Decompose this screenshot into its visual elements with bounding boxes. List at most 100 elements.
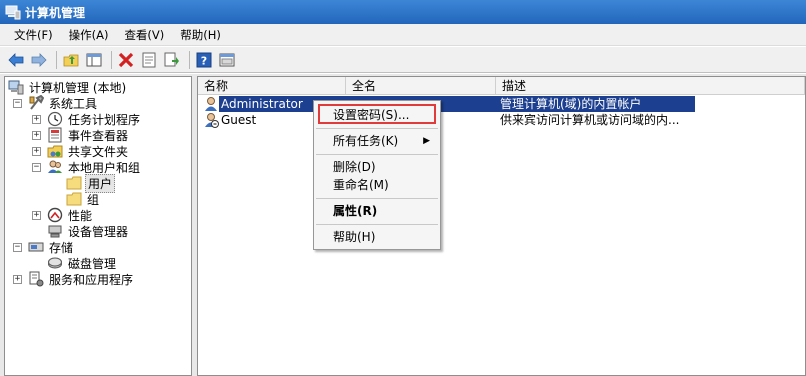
tree-item-groups[interactable]: 组 xyxy=(66,191,101,207)
menu-bar: 文件(F) 操作(A) 查看(V) 帮助(H) xyxy=(0,24,806,46)
computer-management-icon xyxy=(5,5,21,20)
tree-item-label: 计算机管理 (本地) xyxy=(29,80,127,95)
set-password-menu-item[interactable]: 设置密码(S)... xyxy=(316,105,438,125)
tree-item-device-manager[interactable]: 设备管理器 xyxy=(47,223,130,239)
menu-separator xyxy=(316,224,438,225)
properties-icon xyxy=(142,52,156,67)
tree-item-label: 设备管理器 xyxy=(68,224,129,239)
tree-item-performance[interactable]: 性能 xyxy=(47,207,94,223)
tools-icon xyxy=(29,95,44,110)
submenu-arrow-icon: ▶ xyxy=(423,136,430,146)
folder-icon xyxy=(66,192,82,206)
user-name-cell: Administrator xyxy=(219,96,314,112)
event-icon xyxy=(48,127,62,143)
properties-button[interactable] xyxy=(139,50,159,70)
tree-item-label: 存储 xyxy=(49,240,74,255)
help-menu-item[interactable]: 帮助(H) xyxy=(316,227,438,247)
expand-toggle[interactable]: + xyxy=(32,211,41,220)
tree-item-label: 服务和应用程序 xyxy=(49,272,134,287)
device-icon xyxy=(48,225,62,238)
tree-item-system-tools[interactable]: 系统工具 xyxy=(28,95,99,111)
result-list: 名称 全名 描述 Administrator 管理计算机(域)的内置帐户 Gue… xyxy=(197,76,806,376)
user-description-cell: 供来宾访问计算机或访问域的内... xyxy=(500,113,680,127)
tree-item-label: 磁盘管理 xyxy=(68,256,117,271)
tree-item-label: 共享文件夹 xyxy=(68,144,129,159)
properties-menu-item[interactable]: 属性(R) xyxy=(316,201,438,221)
menu-separator xyxy=(316,128,438,129)
back-icon xyxy=(8,52,24,67)
tree-item-label: 事件查看器 xyxy=(68,128,129,143)
tree-item-users[interactable]: 用户 xyxy=(66,173,116,193)
view-icon xyxy=(219,53,235,66)
toolbar-separator xyxy=(111,50,112,69)
tree-item-label: 系统工具 xyxy=(49,96,98,111)
computer-icon xyxy=(8,80,24,95)
svg-text:?: ? xyxy=(201,54,207,67)
disabled-user-icon xyxy=(205,113,219,128)
clock-icon xyxy=(47,111,63,127)
help-icon: ? xyxy=(196,52,212,67)
rename-menu-item[interactable]: 重命名(M) xyxy=(316,175,438,195)
tree-item-disk-management[interactable]: 磁盘管理 xyxy=(47,255,118,271)
toolbar-separator xyxy=(189,50,190,69)
delete-icon xyxy=(118,52,134,67)
tree-item-storage[interactable]: 存储 xyxy=(28,239,75,255)
toolbar: ? xyxy=(0,47,806,73)
menu-action[interactable]: 操作(A) xyxy=(61,24,117,46)
expand-toggle[interactable]: + xyxy=(32,131,41,140)
console-tree: 计算机管理 (本地) − 系统工具 + 任务计划程序 + 事件查看器 + 共享文… xyxy=(4,76,192,376)
export-button[interactable] xyxy=(162,50,182,70)
show-hide-tree-button[interactable] xyxy=(84,50,104,70)
toolbar-separator xyxy=(56,50,57,69)
column-header-description[interactable]: 描述 xyxy=(496,77,805,95)
tree-item-event-viewer[interactable]: 事件查看器 xyxy=(47,127,130,143)
tree-item-task-scheduler[interactable]: 任务计划程序 xyxy=(47,111,142,127)
all-tasks-label: 所有任务(K) xyxy=(333,134,399,148)
expand-toggle[interactable]: + xyxy=(32,115,41,124)
menu-view[interactable]: 查看(V) xyxy=(116,24,172,46)
share-icon xyxy=(47,145,63,158)
users-icon xyxy=(48,160,62,173)
menu-separator xyxy=(316,154,438,155)
help-button[interactable]: ? xyxy=(194,50,214,70)
tree-item-label: 组 xyxy=(87,192,100,207)
storage-icon xyxy=(28,242,44,252)
services-icon xyxy=(29,271,44,287)
up-folder-icon xyxy=(63,54,79,66)
show-hide-tree-icon xyxy=(86,53,102,66)
tree-item-label: 性能 xyxy=(68,208,93,223)
window-title: 计算机管理 xyxy=(25,5,86,20)
context-menu: 设置密码(S)... 所有任务(K) ▶ 删除(D) 重命名(M) 属性(R) … xyxy=(313,100,441,250)
view-button[interactable] xyxy=(217,50,237,70)
user-name-cell: Guest xyxy=(221,113,257,127)
tree-item-label: 任务计划程序 xyxy=(68,112,141,127)
forward-button[interactable] xyxy=(29,50,49,70)
expand-toggle[interactable]: + xyxy=(32,147,41,156)
tree-item-shared-folders[interactable]: 共享文件夹 xyxy=(47,143,130,159)
all-tasks-menu-item[interactable]: 所有任务(K) ▶ xyxy=(316,131,438,151)
export-icon xyxy=(164,52,179,66)
table-row[interactable]: Administrator 管理计算机(域)的内置帐户 xyxy=(198,96,695,112)
expand-toggle[interactable]: + xyxy=(13,275,22,284)
user-icon xyxy=(205,97,217,111)
performance-icon xyxy=(47,207,63,223)
back-button[interactable] xyxy=(6,50,26,70)
tree-item-computer-management[interactable]: 计算机管理 (本地) xyxy=(8,79,128,95)
folder-icon xyxy=(66,176,82,190)
up-level-button[interactable] xyxy=(61,50,81,70)
menu-file[interactable]: 文件(F) xyxy=(6,24,61,46)
tree-item-services-applications[interactable]: 服务和应用程序 xyxy=(28,271,135,287)
collapse-toggle[interactable]: − xyxy=(13,243,22,252)
menu-help[interactable]: 帮助(H) xyxy=(172,24,229,46)
delete-button[interactable] xyxy=(116,50,136,70)
user-description-cell: 管理计算机(域)的内置帐户 xyxy=(500,97,642,111)
delete-menu-item[interactable]: 删除(D) xyxy=(316,157,438,177)
table-row[interactable]: Guest 供来宾访问计算机或访问域的内... xyxy=(198,112,695,128)
disk-icon xyxy=(48,257,62,269)
column-header-name[interactable]: 名称 xyxy=(198,77,346,95)
forward-icon xyxy=(31,52,47,67)
column-header-fullname[interactable]: 全名 xyxy=(346,77,496,95)
collapse-toggle[interactable]: − xyxy=(13,99,22,108)
collapse-toggle[interactable]: − xyxy=(32,163,41,172)
menu-separator xyxy=(316,198,438,199)
